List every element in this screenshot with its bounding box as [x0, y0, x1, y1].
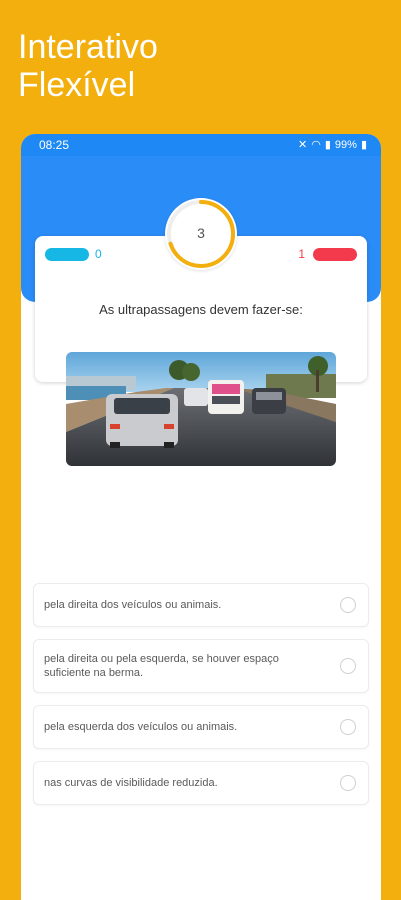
- status-bar: 08:25 ✕ ◠ ▮ 99% ▮: [21, 134, 381, 156]
- promo-line-2: Flexível: [18, 66, 136, 104]
- answer-option-4[interactable]: nas curvas de visibilidade reduzida.: [33, 761, 369, 805]
- player-right-score: 1: [298, 247, 305, 261]
- timer-value: 3: [197, 225, 205, 241]
- battery-icon: ▮: [360, 139, 367, 151]
- player-left-score: 0: [95, 247, 102, 261]
- promo-line-1: Interativo: [18, 28, 158, 66]
- battery-percent: 99%: [334, 138, 357, 151]
- question-photo: [66, 352, 336, 466]
- mute-icon: ✕: [298, 139, 308, 151]
- answer-option-4-text: nas curvas de visibilidade reduzida.: [44, 777, 218, 789]
- answer-option-1[interactable]: pela direita dos veículos ou animais.: [33, 583, 369, 627]
- answer-option-2[interactable]: pela direita ou pela esquerda, se houver…: [33, 639, 369, 693]
- road-scene-image: [66, 352, 336, 466]
- wifi-icon: ◠: [311, 139, 321, 151]
- status-icons: ✕ ◠ ▮ 99% ▮: [298, 138, 367, 152]
- player-left-bar: [45, 248, 89, 261]
- question-text: As ultrapassagens devem fazer-se:: [99, 302, 303, 317]
- answer-option-3-text: pela esquerda dos veículos ou animais.: [44, 721, 238, 733]
- answer-option-1-radio[interactable]: [340, 597, 356, 613]
- signal-icon: ▮: [324, 139, 331, 151]
- player-right-bar: [313, 248, 357, 261]
- answer-option-1-text: pela direita dos veículos ou animais.: [44, 599, 222, 611]
- answer-option-4-radio[interactable]: [340, 775, 356, 791]
- answer-option-2-text: pela direita ou pela esquerda, se houver…: [44, 653, 279, 679]
- promo-headline: Interativo Flexível: [18, 28, 158, 104]
- answer-option-2-radio[interactable]: [340, 658, 356, 674]
- answer-option-3[interactable]: pela esquerda dos veículos ou animais.: [33, 705, 369, 749]
- answer-option-3-radio[interactable]: [340, 719, 356, 735]
- status-time: 08:25: [39, 138, 70, 152]
- phone-screen: 08:25 ✕ ◠ ▮ 99% ▮ 0 1 As ultrapassagens …: [21, 134, 381, 900]
- countdown-timer: 3: [165, 198, 237, 270]
